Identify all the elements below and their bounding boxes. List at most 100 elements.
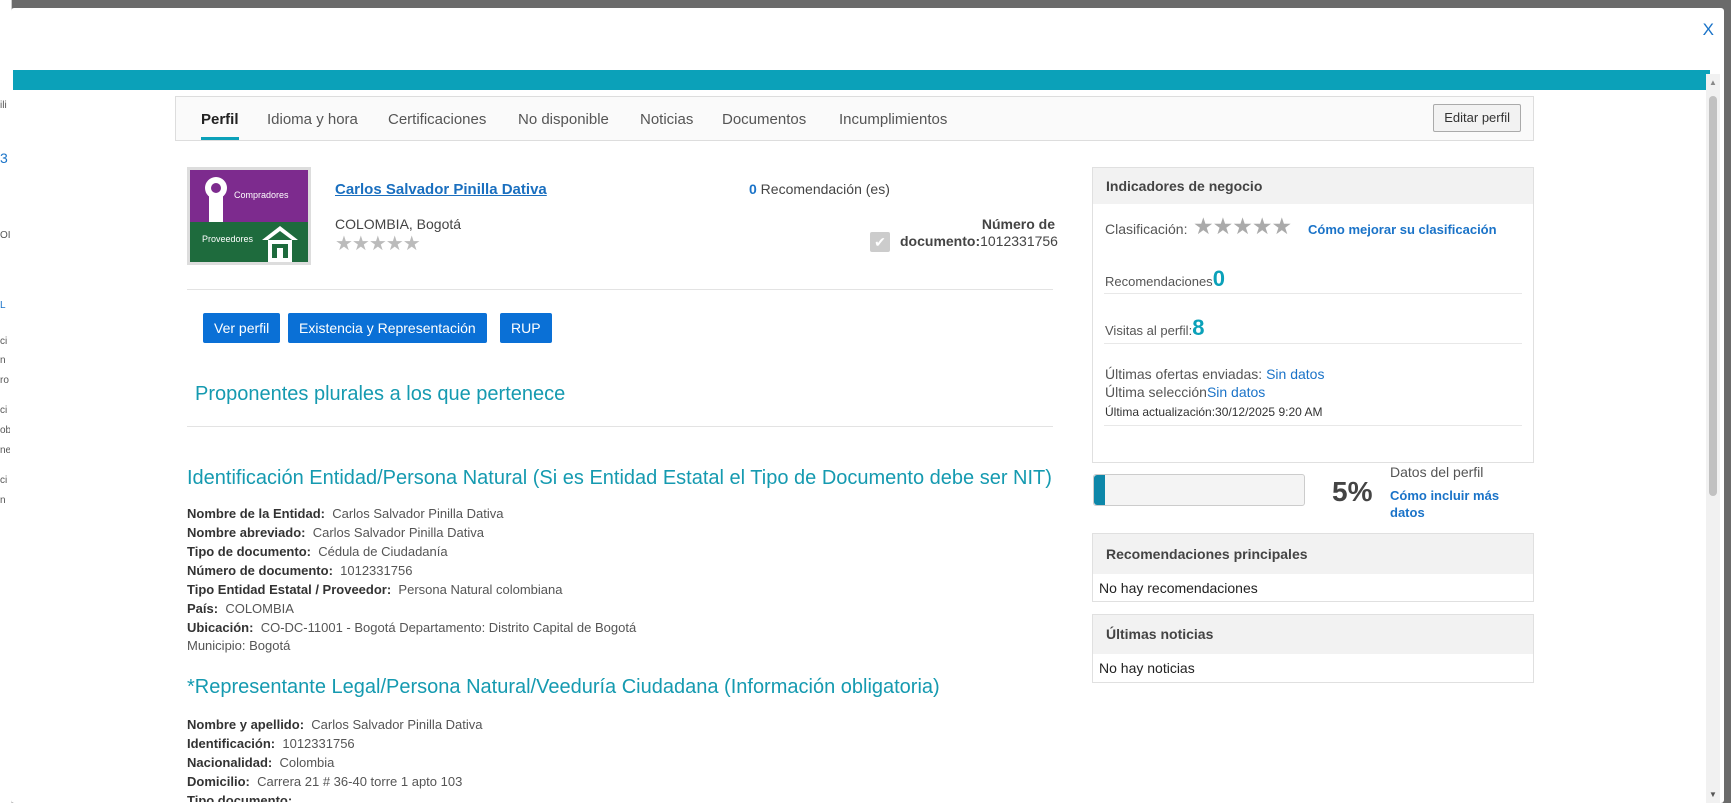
visits-label: Visitas al perfil: [1105,323,1193,338]
improve-classification-link[interactable]: Cómo mejorar su clasificación [1308,222,1497,237]
visits-value: 8 [1192,315,1205,340]
field-value: 1012331756 [282,736,355,751]
tab-no-disponible[interactable]: No disponible [518,111,609,128]
classification-label: Clasificación: [1105,221,1188,237]
field-value: COLOMBIA [225,601,294,616]
bg-text: ili [0,100,7,111]
field-label: Tipo Entidad Estatal / Proveedor: [187,582,392,597]
field-label: Tipo de documento: [187,544,311,559]
logo-bottom-label: Proveedores [202,234,254,244]
tab-noticias[interactable]: Noticias [640,111,693,128]
buyer-icon [205,177,227,222]
divider [187,289,1053,290]
field-entity-name: Nombre de la Entidad: Carlos Salvador Pi… [187,506,503,521]
latest-news-panel: Últimas noticias No hay noticias [1092,614,1534,683]
visits-indicator: Visitas al perfil:8 [1105,315,1204,341]
bg-text: OI [0,230,10,241]
last-selection-value: Sin datos [1206,384,1266,400]
top-recommendations-title: Recomendaciones principales [1093,534,1533,574]
representante-heading: *Representante Legal/Persona Natural/Vee… [187,676,940,698]
last-selection-label: Última selección [1105,384,1207,400]
bg-text: ne [0,445,10,456]
last-update: Última actualización:30/12/2025 9:20 AM [1105,405,1323,419]
close-icon[interactable]: X [1703,20,1714,40]
field-value: 1012331756 [340,563,413,578]
document-number-value: 1012331756 [980,233,1058,249]
no-news-text: No hay noticias [1099,660,1195,676]
supplier-icon [262,226,298,262]
profile-tabs: Perfil Idioma y hora Certificaciones No … [175,96,1534,141]
divider [187,426,1053,427]
profile-name-link[interactable]: Carlos Salvador Pinilla Dativa [335,181,547,198]
modal-scrollbar[interactable]: ▲ ▼ [1706,74,1720,803]
field-country: País: COLOMBIA [187,601,294,616]
divider [1104,293,1522,294]
top-recommendations-panel: Recomendaciones principales No hay recom… [1092,533,1534,602]
progress-fill [1094,475,1105,505]
field-value: Carlos Salvador Pinilla Dativa [311,717,483,732]
field-value: Persona Natural colombiana [398,582,563,597]
field-entity-type: Tipo Entidad Estatal / Proveedor: Person… [187,582,562,597]
logo-top-label: Compradores [234,190,289,200]
field-value: Carlos Salvador Pinilla Dativa [312,525,484,540]
field-label: Nombre y apellido: [187,717,305,732]
last-offers: Últimas ofertas enviadas: Sin datos [1105,366,1324,382]
tab-documentos[interactable]: Documentos [722,111,806,128]
tab-certificaciones[interactable]: Certificaciones [388,111,486,128]
bg-text: n [0,495,6,506]
identificacion-heading: Identificación Entidad/Persona Natural (… [187,467,1052,489]
field-label: Domicilio: [187,774,250,789]
field-rep-nationality: Nacionalidad: Colombia [187,755,334,770]
profile-percent: 5% [1332,476,1373,507]
scrollbar-thumb[interactable] [1709,96,1717,496]
field-rep-name: Nombre y apellido: Carlos Salvador Pinil… [187,717,483,732]
bg-text: n [0,355,6,366]
tab-perfil[interactable]: Perfil [201,111,239,140]
classification-stars-icon: ★★★★★ [1193,213,1292,239]
scroll-down-icon[interactable]: ▼ [1709,790,1717,799]
company-logo: Compradores Proveedores [187,167,311,265]
field-label: Nacionalidad: [187,755,273,770]
field-short-name: Nombre abreviado: Carlos Salvador Pinill… [187,525,484,540]
scroll-up-icon[interactable]: ▲ [1709,78,1717,87]
field-label: Nombre abreviado: [187,525,306,540]
field-value: Carlos Salvador Pinilla Dativa [332,506,504,521]
rating-stars-icon: ★★★★★ [335,233,421,255]
recommendation-count: 0 Recomendación (es) [749,181,890,197]
profile-data-progress [1093,474,1305,506]
field-doc-number: Número de documento: 1012331756 [187,563,412,578]
bg-text: ro [0,375,9,386]
last-offers-label: Últimas ofertas enviadas: [1105,366,1267,382]
field-value: Colombia [279,755,335,770]
recommendation-label: Recomendación (es) [756,181,890,197]
bg-text: ci [0,475,8,486]
existencia-button[interactable]: Existencia y Representación [288,313,487,343]
recommendations-value: 0 [1212,266,1225,291]
field-value: CO-DC-11001 - Bogotá Departamento: Distr… [260,620,637,635]
field-label: Número de documento: [187,563,333,578]
tab-incumplimientos[interactable]: Incumplimientos [839,111,947,128]
field-municipality: Municipio: Bogotá [187,638,291,653]
recommendations-indicator: Recomendaciones0 [1105,266,1225,292]
edit-profile-button[interactable]: Editar perfil [1433,104,1521,132]
include-more-data-link[interactable]: Cómo incluir más datos [1390,487,1520,521]
field-doc-type: Tipo de documento: Cédula de Ciudadanía [187,544,448,559]
last-selection: Última selecciónSin datos [1105,384,1265,400]
latest-news-title: Últimas noticias [1093,615,1533,654]
field-label: País: [187,601,219,616]
divider [1104,343,1522,344]
view-profile-button[interactable]: Ver perfil [203,313,281,343]
modal-header-bar [13,70,1710,90]
document-number: Número de documento:1012331756 [900,216,1058,250]
field-label: Identificación: [187,736,276,751]
profile-data-label: Datos del perfil [1390,464,1484,480]
bg-text: ci [0,336,8,347]
field-value: Cédula de Ciudadanía [318,544,448,559]
rup-button[interactable]: RUP [500,313,552,343]
field-rep-address: Domicilio: Carrera 21 # 36-40 torre 1 ap… [187,774,462,789]
bg-text: ob [0,425,10,436]
last-offers-value: Sin datos [1266,366,1325,382]
field-value: Carrera 21 # 36-40 torre 1 apto 103 [257,774,463,789]
field-rep-doc-type: Tipo documento: [187,793,292,802]
tab-idioma-hora[interactable]: Idioma y hora [267,111,358,128]
